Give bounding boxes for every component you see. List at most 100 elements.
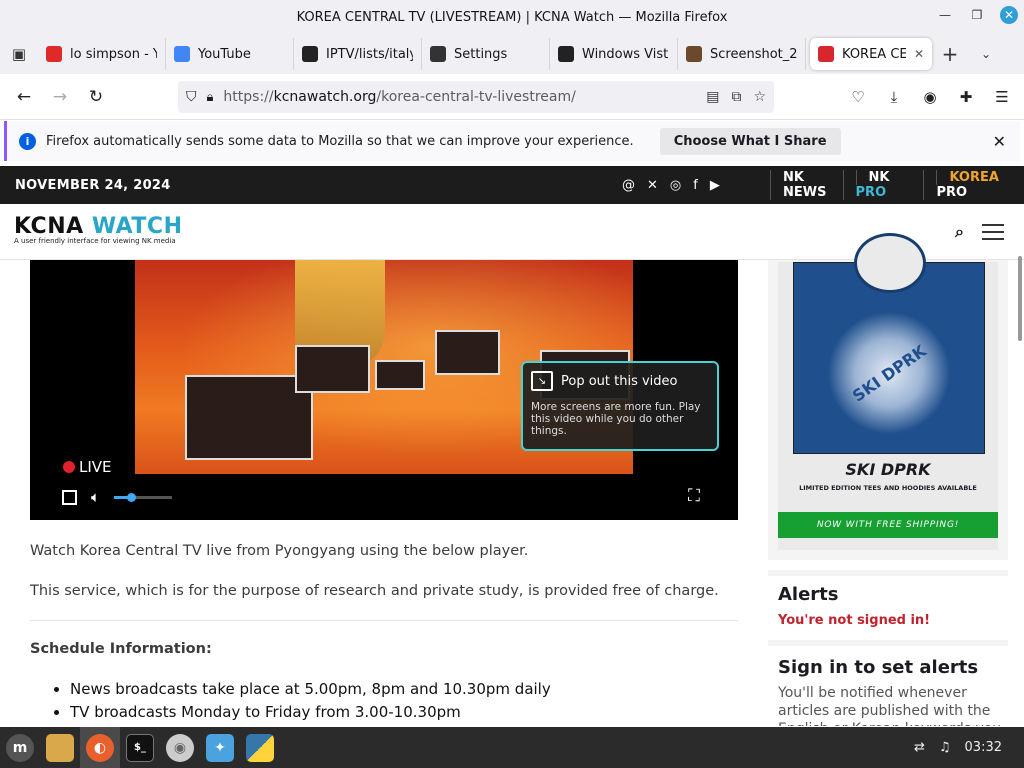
page-scrollbar[interactable] [1018,256,1022,341]
close-window-button[interactable]: ✕ [1000,6,1018,24]
volume-slider[interactable] [114,492,173,502]
ad-title: SKI DPRK [845,460,931,479]
live-indicator: LIVE [63,458,112,476]
alerts-title: Alerts [778,584,839,605]
tab-label: IPTV/lists/italy [326,46,413,62]
stop-button[interactable] [62,489,77,505]
pocket-icon[interactable]: ♡ [844,79,872,115]
fullscreen-icon[interactable]: ⛶ [688,486,710,506]
tab-gear[interactable]: Settings [422,38,550,70]
tab-label: Screenshot_20 [710,46,797,62]
ad-subtitle: LIMITED EDITION TEES AND HOODIES AVAILAB… [799,484,977,492]
instagram-icon[interactable]: ◎ [670,178,681,193]
article-paragraph-2: This service, which is for the purpose o… [30,583,719,599]
menu-icon[interactable]: ☰ [988,79,1016,115]
bookmark-star-icon[interactable]: ☆ [753,89,766,105]
list-item: News broadcasts take place at 5.00pm, 8p… [70,680,551,698]
ski-dprk-ad[interactable]: SKI DPRK SKI DPRK LIMITED EDITION TEES A… [778,233,998,550]
minimize-button[interactable]: — [936,6,954,24]
tab-screenshot[interactable]: Screenshot_20 [678,38,806,70]
nknews-link[interactable]: NK NEWS [770,170,843,200]
firefox-app[interactable]: ◐ [80,727,120,768]
youtube-icon [46,46,62,62]
signin-title[interactable]: Sign in to set alerts [778,657,978,678]
tracking-protection-icon[interactable]: ⛉ [186,89,197,105]
x-icon[interactable]: ✕ [647,178,658,193]
pip-title[interactable]: Pop out this video [561,374,678,389]
screenshot-icon [686,46,702,62]
article-paragraph-1: Watch Korea Central TV live from Pyongya… [30,543,529,559]
kcna-watch-logo[interactable]: KCNA WATCH A user friendly interface for… [14,214,183,245]
list-all-tabs-button[interactable]: ⌄ [968,47,1004,61]
schedule-list: News broadcasts take place at 5.00pm, 8p… [70,680,551,726]
network-icon[interactable]: ⇄ [914,740,925,755]
facebook-icon[interactable]: f [693,178,698,193]
threads-icon[interactable]: @ [622,178,635,193]
tab-google[interactable]: YouTube [166,38,294,70]
python-app[interactable] [240,727,280,768]
new-tab-button[interactable]: + [932,38,968,70]
clock[interactable]: 03:32 [965,740,1002,755]
window-titlebar: KOREA CENTRAL TV (LIVESTREAM) | KCNA Wat… [0,0,1024,34]
forward-button[interactable]: → [42,79,78,115]
tshirt-image: SKI DPRK [793,233,985,457]
archive-icon [558,46,574,62]
divider [30,620,738,621]
notification-text: Firefox automatically sends some data to… [46,133,634,149]
lock-icon[interactable]: 🔒︎ [207,90,214,105]
youtube-icon[interactable]: ▶ [710,178,720,193]
tab-bar: ▣ lo simpson - Y YouTube IPTV/lists/italy S… [0,34,1024,74]
start-menu-button[interactable]: m [0,727,40,768]
signin-text: You'll be notified whenever articles are… [778,685,1001,726]
telemetry-notification: i Firefox automatically sends some data … [4,121,1020,161]
search-icon[interactable]: ⌕ [955,222,964,242]
tab-label: KOREA CENTRAL [842,46,906,62]
ad-shipping-banner[interactable]: NOW WITH FREE SHIPPING! [778,512,998,538]
close-notification-icon[interactable]: ✕ [993,132,1006,151]
choose-what-i-share-button[interactable]: Choose What I Share [659,127,841,155]
kcna-icon [818,46,834,62]
files-app[interactable] [40,727,80,768]
not-signed-in-warning: You're not signed in! [778,613,931,628]
terminal-app[interactable]: $_ [120,727,160,768]
koreapro-link[interactable]: KOREA PRO [923,170,1024,200]
tab-youtube[interactable]: lo simpson - Y [38,38,166,70]
nkpro-link[interactable]: NK PRO [842,170,924,200]
app-grid-icon[interactable]: ✦ [200,727,240,768]
page-content: NOVEMBER 24, 2024 @ ✕ ◎ f ▶ NK NEWS NK P… [0,166,1024,726]
close-tab-icon[interactable]: ✕ [914,47,924,61]
reload-button[interactable]: ↻ [78,79,114,115]
tab-label: YouTube [198,46,251,62]
firefox-view-icon[interactable]: ▣ [0,34,38,74]
back-button[interactable]: ← [6,79,42,115]
gear-icon [430,46,446,62]
sidebar: SKI DPRK SKI DPRK LIMITED EDITION TEES A… [768,233,1008,560]
tab-kcna[interactable]: KOREA CENTRAL ✕ [810,38,932,70]
url-bar[interactable]: ⛉ 🔒︎ https://kcnawatch.org/korea-central… [178,81,774,113]
tab-label: lo simpson - Y [70,46,157,62]
downloads-icon[interactable]: ⤓ [880,79,908,115]
volume-icon[interactable]: 🔈︎ [91,488,100,506]
taskbar: m ◐ $_ ◉ ✦ ⇄ ♫ 03:32 [0,727,1024,768]
picture-in-picture-icon[interactable]: ⧉ [731,89,741,105]
tab-archive[interactable]: Windows Vista [550,38,678,70]
url-text[interactable]: https://kcnawatch.org/korea-central-tv-l… [223,89,696,105]
maximize-button[interactable]: ❐ [968,6,986,24]
info-icon: i [19,132,36,150]
disc-app[interactable]: ◉ [160,727,200,768]
pip-tooltip[interactable]: ↘ Pop out this video More screens are mo… [521,361,719,451]
reader-view-icon[interactable]: ▤ [706,89,719,105]
extensions-icon[interactable]: ✚ [952,79,980,115]
list-item: TV broadcasts Monday to Friday from 3.00… [70,703,551,721]
tab-github[interactable]: IPTV/lists/italy [294,38,422,70]
sound-icon[interactable]: ♫ [939,740,951,755]
site-top-strip: NOVEMBER 24, 2024 @ ✕ ◎ f ▶ NK NEWS NK P… [0,166,1024,204]
schedule-heading: Schedule Information: [30,641,212,657]
window-title: KOREA CENTRAL TV (LIVESTREAM) | KCNA Wat… [296,9,728,25]
navigation-toolbar: ← → ↻ ⛉ 🔒︎ https://kcnawatch.org/korea-c… [0,74,1024,120]
hamburger-menu-icon[interactable] [982,224,1004,245]
pip-icon: ↘ [531,371,553,391]
account-icon[interactable]: ◉ [916,79,944,115]
google-icon [174,46,190,62]
tab-label: Settings [454,46,508,62]
